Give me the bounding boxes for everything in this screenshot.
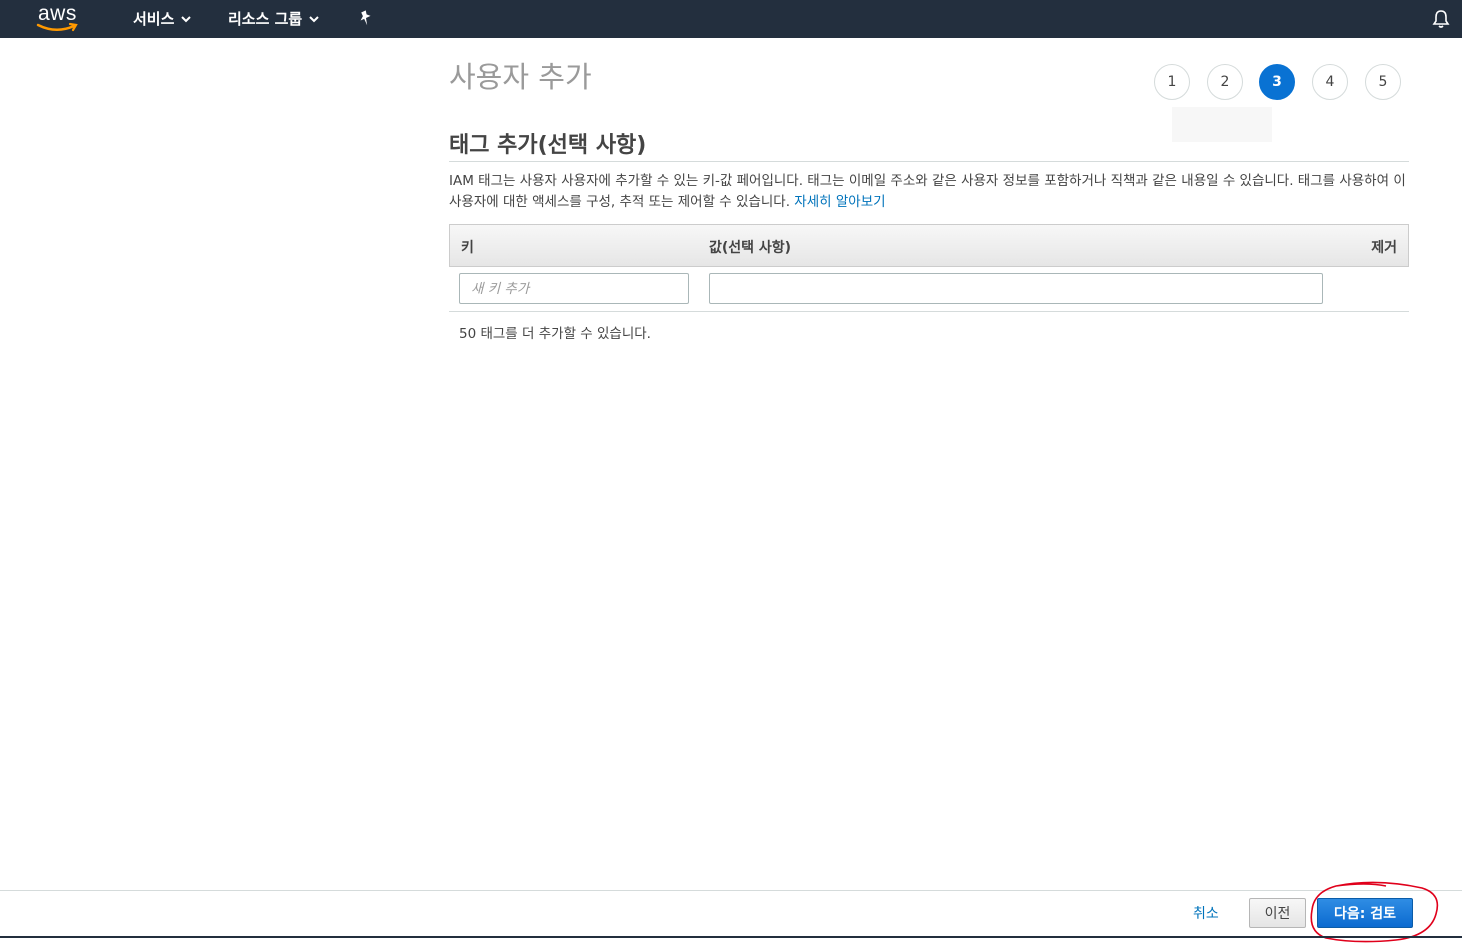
bell-icon[interactable] <box>1432 9 1450 29</box>
step-5[interactable]: 5 <box>1365 64 1401 100</box>
nav-services-label: 서비스 <box>133 10 175 28</box>
aws-smile-icon <box>36 22 78 32</box>
chevron-down-icon <box>181 15 192 22</box>
pin-icon[interactable] <box>357 9 375 27</box>
tags-description: IAM 태그는 사용자 사용자에 추가할 수 있는 키-값 페어입니다. 태그는… <box>449 171 1411 213</box>
description-text: IAM 태그는 사용자 사용자에 추가할 수 있는 키-값 페어입니다. 태그는… <box>449 173 1406 210</box>
aws-logo[interactable]: aws <box>36 2 82 34</box>
tag-table-header: 키 값(선택 사항) 제거 <box>449 224 1409 267</box>
red-circle-annotation <box>1310 881 1439 943</box>
chevron-down-icon <box>309 15 319 22</box>
column-key: 키 <box>461 240 474 256</box>
nav-resource-groups[interactable]: 리소스 그룹 <box>228 8 320 29</box>
column-remove: 제거 <box>1371 240 1397 256</box>
section-title: 태그 추가(선택 사항) <box>449 133 647 158</box>
page-title: 사용자 추가 <box>449 60 592 94</box>
remaining-tags-text: 50 태그를 더 추가할 수 있습니다. <box>459 326 651 342</box>
step-1[interactable]: 1 <box>1154 64 1190 100</box>
column-value: 값(선택 사항) <box>709 240 792 256</box>
tag-key-input[interactable] <box>459 273 689 304</box>
nav-services[interactable]: 서비스 <box>133 8 192 29</box>
step-4[interactable]: 4 <box>1312 64 1348 100</box>
footer-divider <box>0 890 1462 891</box>
previous-button[interactable]: 이전 <box>1249 898 1306 928</box>
footer-bottom-bar <box>0 936 1462 938</box>
cancel-link[interactable]: 취소 <box>1193 903 1219 923</box>
tag-value-input[interactable] <box>709 273 1323 304</box>
step-2[interactable]: 2 <box>1207 64 1243 100</box>
learn-more-link[interactable]: 자세히 알아보기 <box>794 194 885 210</box>
nav-resource-groups-label: 리소스 그룹 <box>228 10 303 28</box>
top-nav: aws 서비스 리소스 그룹 <box>0 0 1462 38</box>
step-tooltip <box>1172 107 1272 142</box>
step-3[interactable]: 3 <box>1259 64 1295 100</box>
wizard-steps: 1 2 3 4 5 <box>1154 64 1404 100</box>
section-divider <box>449 161 1409 162</box>
